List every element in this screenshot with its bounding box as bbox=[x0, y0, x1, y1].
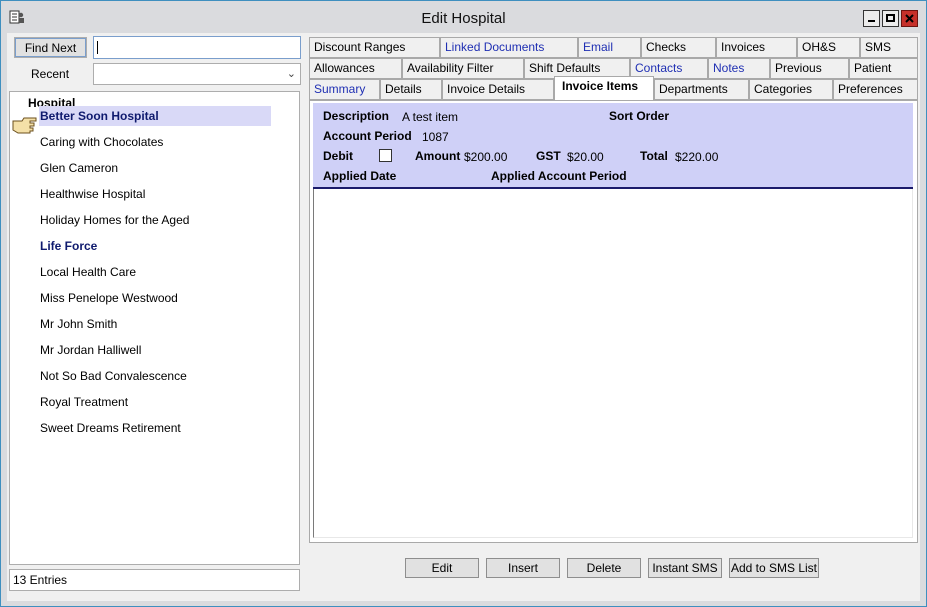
list-item[interactable]: Local Health Care bbox=[39, 262, 271, 282]
applied-date-label: Applied Date bbox=[323, 169, 397, 183]
pointing-hand-icon bbox=[12, 117, 37, 134]
applied-account-period-label: Applied Account Period bbox=[491, 169, 627, 183]
tab-patient[interactable]: Patient bbox=[849, 58, 918, 79]
total-value: $220.00 bbox=[675, 150, 719, 164]
window-title: Edit Hospital bbox=[421, 10, 506, 27]
recent-dropdown[interactable]: ⌄ bbox=[93, 63, 301, 85]
tab-previous[interactable]: Previous bbox=[770, 58, 849, 79]
tab-strip: Discount Ranges Linked Documents Email C… bbox=[309, 37, 918, 103]
edit-hospital-window: Edit Hospital Find Next Recent ⌄ Hospita… bbox=[0, 0, 927, 607]
maximize-icon bbox=[886, 14, 895, 22]
close-icon bbox=[905, 14, 914, 23]
gst-label: GST bbox=[536, 149, 561, 163]
items-scroll-area[interactable] bbox=[313, 189, 913, 538]
sort-order-label: Sort Order bbox=[609, 109, 670, 123]
chevron-down-icon: ⌄ bbox=[286, 68, 296, 80]
delete-button[interactable]: Delete bbox=[567, 558, 641, 578]
list-item[interactable]: Better Soon Hospital bbox=[39, 106, 271, 126]
account-period-value: 1087 bbox=[422, 130, 449, 144]
tab-invoice-details[interactable]: Invoice Details bbox=[442, 79, 554, 100]
list-item[interactable]: Caring with Chocolates bbox=[39, 132, 271, 152]
description-label: Description bbox=[323, 109, 390, 123]
list-item[interactable]: Holiday Homes for the Aged bbox=[39, 210, 271, 230]
list-item[interactable]: Not So Bad Convalescence bbox=[39, 366, 271, 386]
list-item[interactable]: Royal Treatment bbox=[39, 392, 271, 412]
tab-linked-documents[interactable]: Linked Documents bbox=[440, 37, 578, 58]
list-item[interactable]: Mr Jordan Halliwell bbox=[39, 340, 271, 360]
debit-checkbox[interactable] bbox=[379, 149, 392, 162]
list-item[interactable]: Healthwise Hospital bbox=[39, 184, 271, 204]
invoice-items-panel: Description A test item Sort Order Accou… bbox=[309, 100, 918, 543]
total-label: Total bbox=[640, 149, 668, 163]
recent-label: Recent bbox=[31, 67, 70, 81]
amount-label: Amount bbox=[415, 149, 461, 163]
tab-invoices[interactable]: Invoices bbox=[716, 37, 797, 58]
entries-count: 13 Entries bbox=[9, 569, 300, 591]
tab-ohs[interactable]: OH&S bbox=[797, 37, 860, 58]
description-value: A test item bbox=[402, 110, 459, 124]
instant-sms-button[interactable]: Instant SMS bbox=[648, 558, 722, 578]
tab-sms[interactable]: SMS bbox=[860, 37, 918, 58]
account-period-label: Account Period bbox=[323, 129, 412, 143]
tab-categories[interactable]: Categories bbox=[749, 79, 833, 100]
tab-discount-ranges[interactable]: Discount Ranges bbox=[309, 37, 440, 58]
tab-availability-filter[interactable]: Availability Filter bbox=[402, 58, 524, 79]
maximize-button[interactable] bbox=[882, 10, 899, 27]
list-item[interactable]: Glen Cameron bbox=[39, 158, 271, 178]
minimize-button[interactable] bbox=[863, 10, 880, 27]
minimize-icon bbox=[868, 20, 875, 22]
list-item[interactable]: Mr John Smith bbox=[39, 314, 271, 334]
tab-invoice-items[interactable]: Invoice Items bbox=[554, 76, 654, 100]
edit-button[interactable]: Edit bbox=[405, 558, 479, 578]
find-next-button[interactable]: Find Next bbox=[14, 37, 87, 58]
list-item[interactable]: Miss Penelope Westwood bbox=[39, 288, 271, 308]
gst-value: $20.00 bbox=[567, 150, 604, 164]
add-to-sms-list-button[interactable]: Add to SMS List bbox=[729, 558, 819, 578]
search-input[interactable] bbox=[93, 36, 301, 59]
tab-details[interactable]: Details bbox=[380, 79, 442, 100]
tab-notes[interactable]: Notes bbox=[708, 58, 770, 79]
text-caret bbox=[97, 41, 98, 54]
invoice-item-record[interactable]: Description A test item Sort Order Accou… bbox=[313, 103, 913, 189]
debit-label: Debit bbox=[323, 149, 353, 163]
client-area: Find Next Recent ⌄ Hospital Better Soon … bbox=[7, 33, 920, 601]
tab-summary[interactable]: Summary bbox=[309, 79, 380, 100]
tab-departments[interactable]: Departments bbox=[654, 79, 749, 100]
insert-button[interactable]: Insert bbox=[486, 558, 560, 578]
amount-value: $200.00 bbox=[464, 150, 508, 164]
hospital-list[interactable]: Hospital Better Soon Hospital Caring wit… bbox=[9, 91, 300, 565]
list-item[interactable]: Sweet Dreams Retirement bbox=[39, 418, 271, 438]
tab-checks[interactable]: Checks bbox=[641, 37, 716, 58]
title-bar[interactable]: Edit Hospital bbox=[1, 1, 926, 33]
tab-allowances[interactable]: Allowances bbox=[309, 58, 402, 79]
tab-preferences[interactable]: Preferences bbox=[833, 79, 918, 100]
tab-email[interactable]: Email bbox=[578, 37, 641, 58]
close-button[interactable] bbox=[901, 10, 918, 27]
list-item[interactable]: Life Force bbox=[39, 236, 271, 256]
